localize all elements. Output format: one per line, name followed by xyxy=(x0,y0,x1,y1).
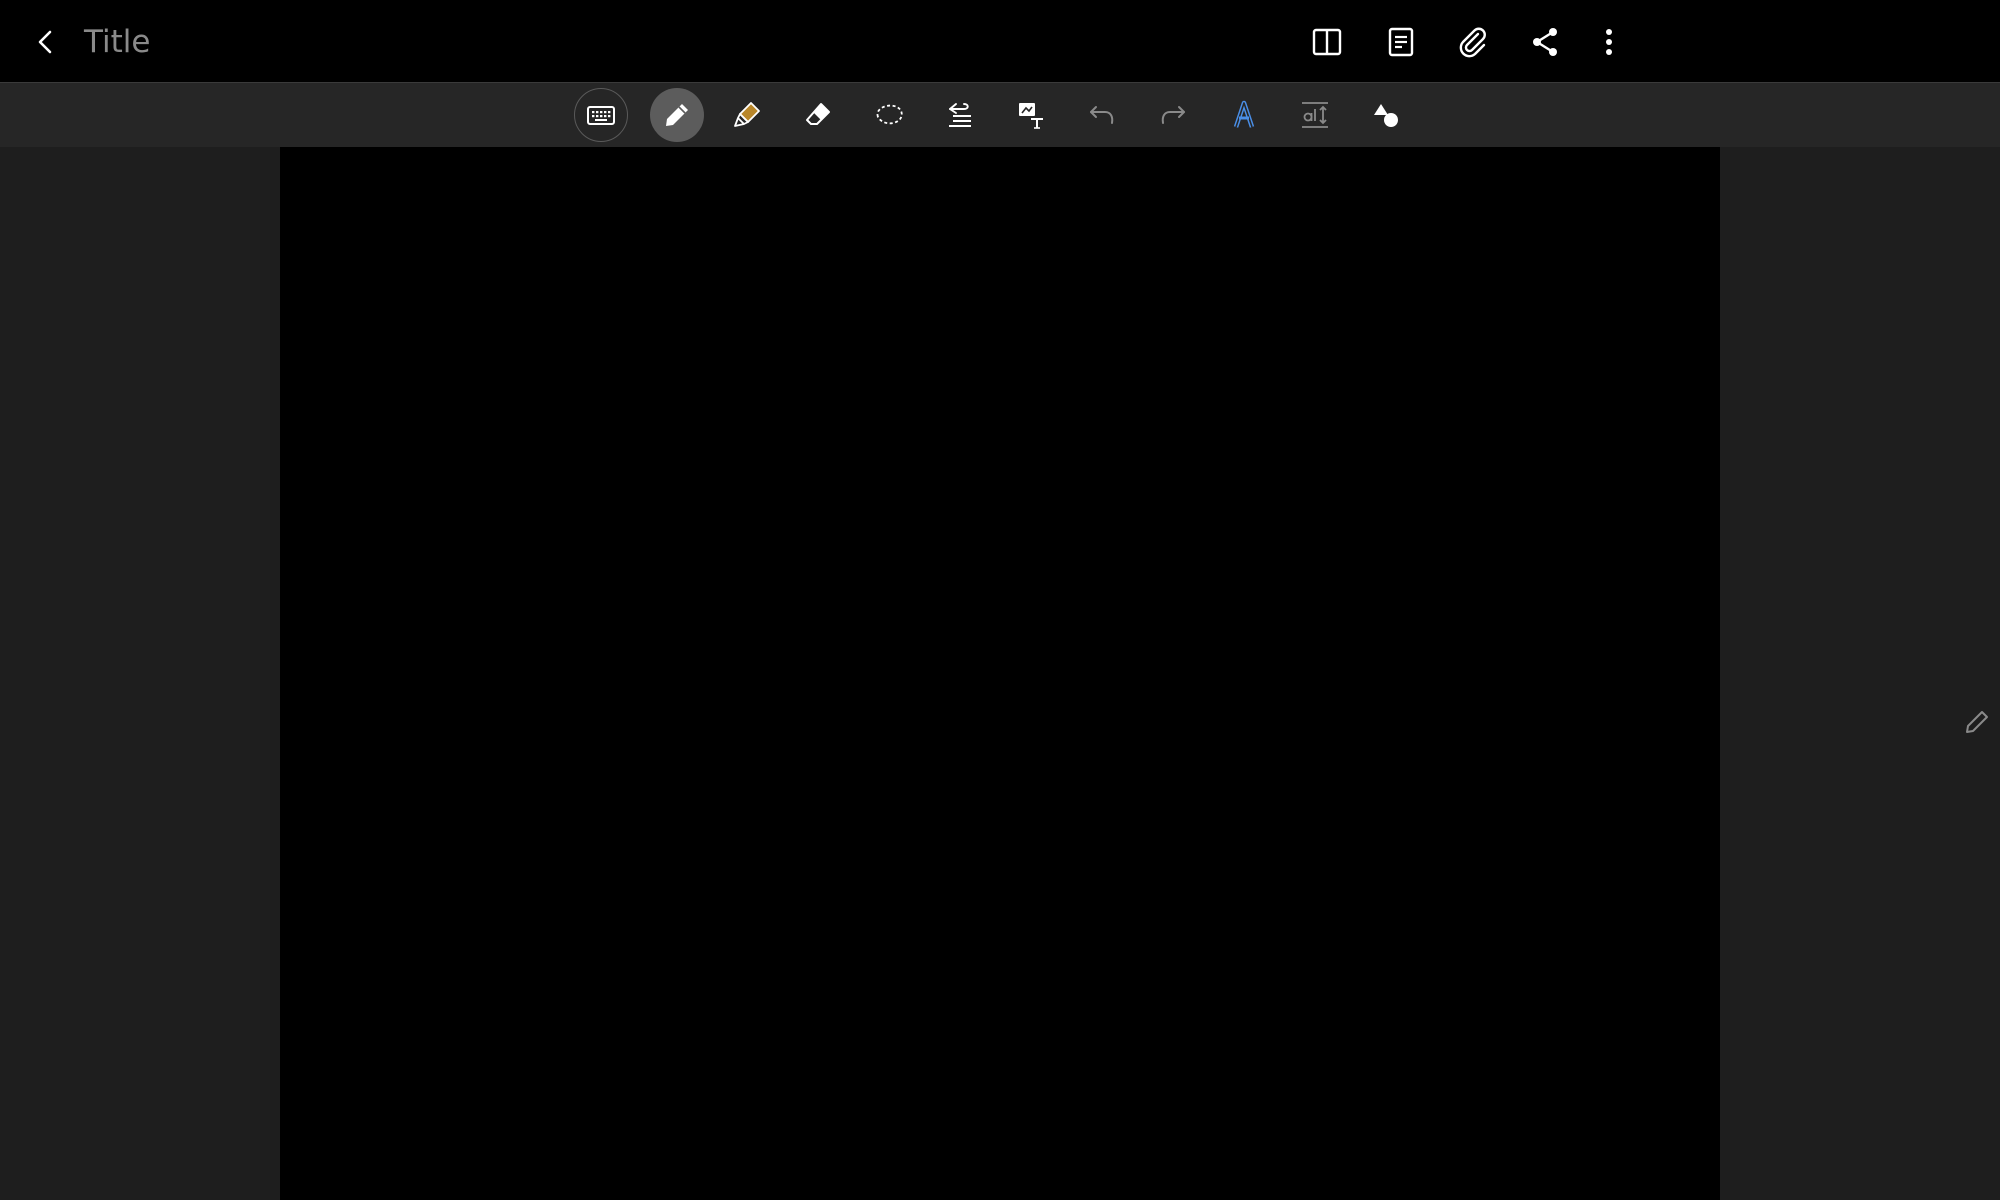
page-template-icon xyxy=(1384,25,1418,59)
text-spacing-button[interactable] xyxy=(1288,88,1342,142)
pen-icon xyxy=(661,99,693,131)
image-text-icon xyxy=(1015,99,1047,131)
redo-icon xyxy=(1157,99,1189,131)
text-wrap-button[interactable] xyxy=(933,88,987,142)
share-icon xyxy=(1528,25,1562,59)
undo-icon xyxy=(1086,99,1118,131)
pen-toolbar xyxy=(0,83,2000,147)
book-view-button[interactable] xyxy=(1302,17,1352,67)
share-button[interactable] xyxy=(1520,17,1570,67)
back-button[interactable] xyxy=(22,18,70,66)
eraser-tool-button[interactable] xyxy=(791,88,845,142)
text-wrap-icon xyxy=(944,99,976,131)
more-vert-icon xyxy=(1592,25,1626,59)
text-spacing-icon xyxy=(1299,99,1331,131)
note-title[interactable]: Title xyxy=(84,20,150,64)
text-style-icon xyxy=(1228,99,1260,131)
attach-button[interactable] xyxy=(1448,17,1498,67)
lasso-tool-button[interactable] xyxy=(862,88,916,142)
canvas-area xyxy=(0,147,2000,1200)
undo-button[interactable] xyxy=(1075,88,1129,142)
pencil-icon xyxy=(1962,707,1992,737)
chevron-left-icon xyxy=(31,27,61,57)
paperclip-icon xyxy=(1456,25,1490,59)
keyboard-icon xyxy=(585,99,617,131)
page-template-button[interactable] xyxy=(1376,17,1426,67)
note-editor-app: Title xyxy=(0,0,2000,1200)
more-options-button[interactable] xyxy=(1584,17,1634,67)
shapes-button[interactable] xyxy=(1359,88,1413,142)
keyboard-mode-button[interactable] xyxy=(574,88,628,142)
shapes-icon xyxy=(1370,99,1402,131)
lasso-icon xyxy=(872,99,906,131)
image-to-text-button[interactable] xyxy=(1004,88,1058,142)
top-app-bar: Title xyxy=(0,0,2000,83)
redo-button[interactable] xyxy=(1146,88,1200,142)
book-view-icon xyxy=(1310,25,1344,59)
eraser-icon xyxy=(802,99,834,131)
pen-tool-button[interactable] xyxy=(650,88,704,142)
highlighter-icon xyxy=(731,99,763,131)
side-pen-button[interactable] xyxy=(1954,699,2000,745)
note-page[interactable] xyxy=(280,147,1720,1200)
highlighter-tool-button[interactable] xyxy=(720,88,774,142)
text-style-button[interactable] xyxy=(1217,88,1271,142)
